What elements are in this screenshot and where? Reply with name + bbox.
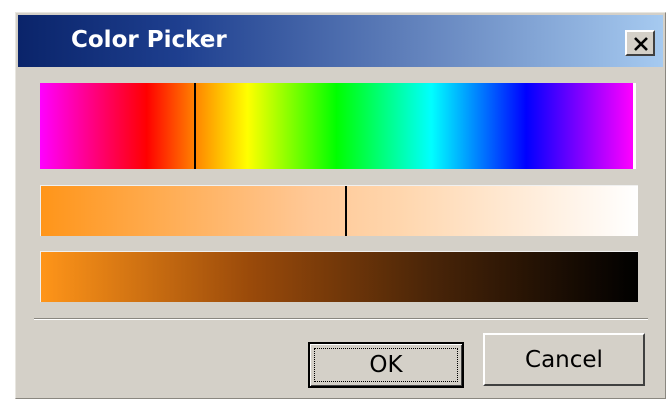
divider xyxy=(34,318,648,320)
window-title: Color Picker xyxy=(71,27,227,53)
close-button[interactable] xyxy=(625,30,655,56)
hue-slider[interactable] xyxy=(40,83,636,169)
close-icon xyxy=(634,37,648,51)
cancel-button-label: Cancel xyxy=(525,346,603,373)
focus-rectangle xyxy=(314,348,458,382)
hue-slider-marker[interactable] xyxy=(194,83,196,169)
saturation-slider[interactable] xyxy=(40,185,638,236)
title-bar[interactable]: Color Picker xyxy=(18,15,663,67)
cancel-button[interactable]: Cancel xyxy=(483,333,645,386)
value-slider[interactable] xyxy=(40,251,638,302)
color-picker-dialog: Color Picker OK Cancel xyxy=(15,12,666,399)
saturation-slider-marker[interactable] xyxy=(345,186,347,236)
ok-button[interactable]: OK xyxy=(308,342,464,388)
